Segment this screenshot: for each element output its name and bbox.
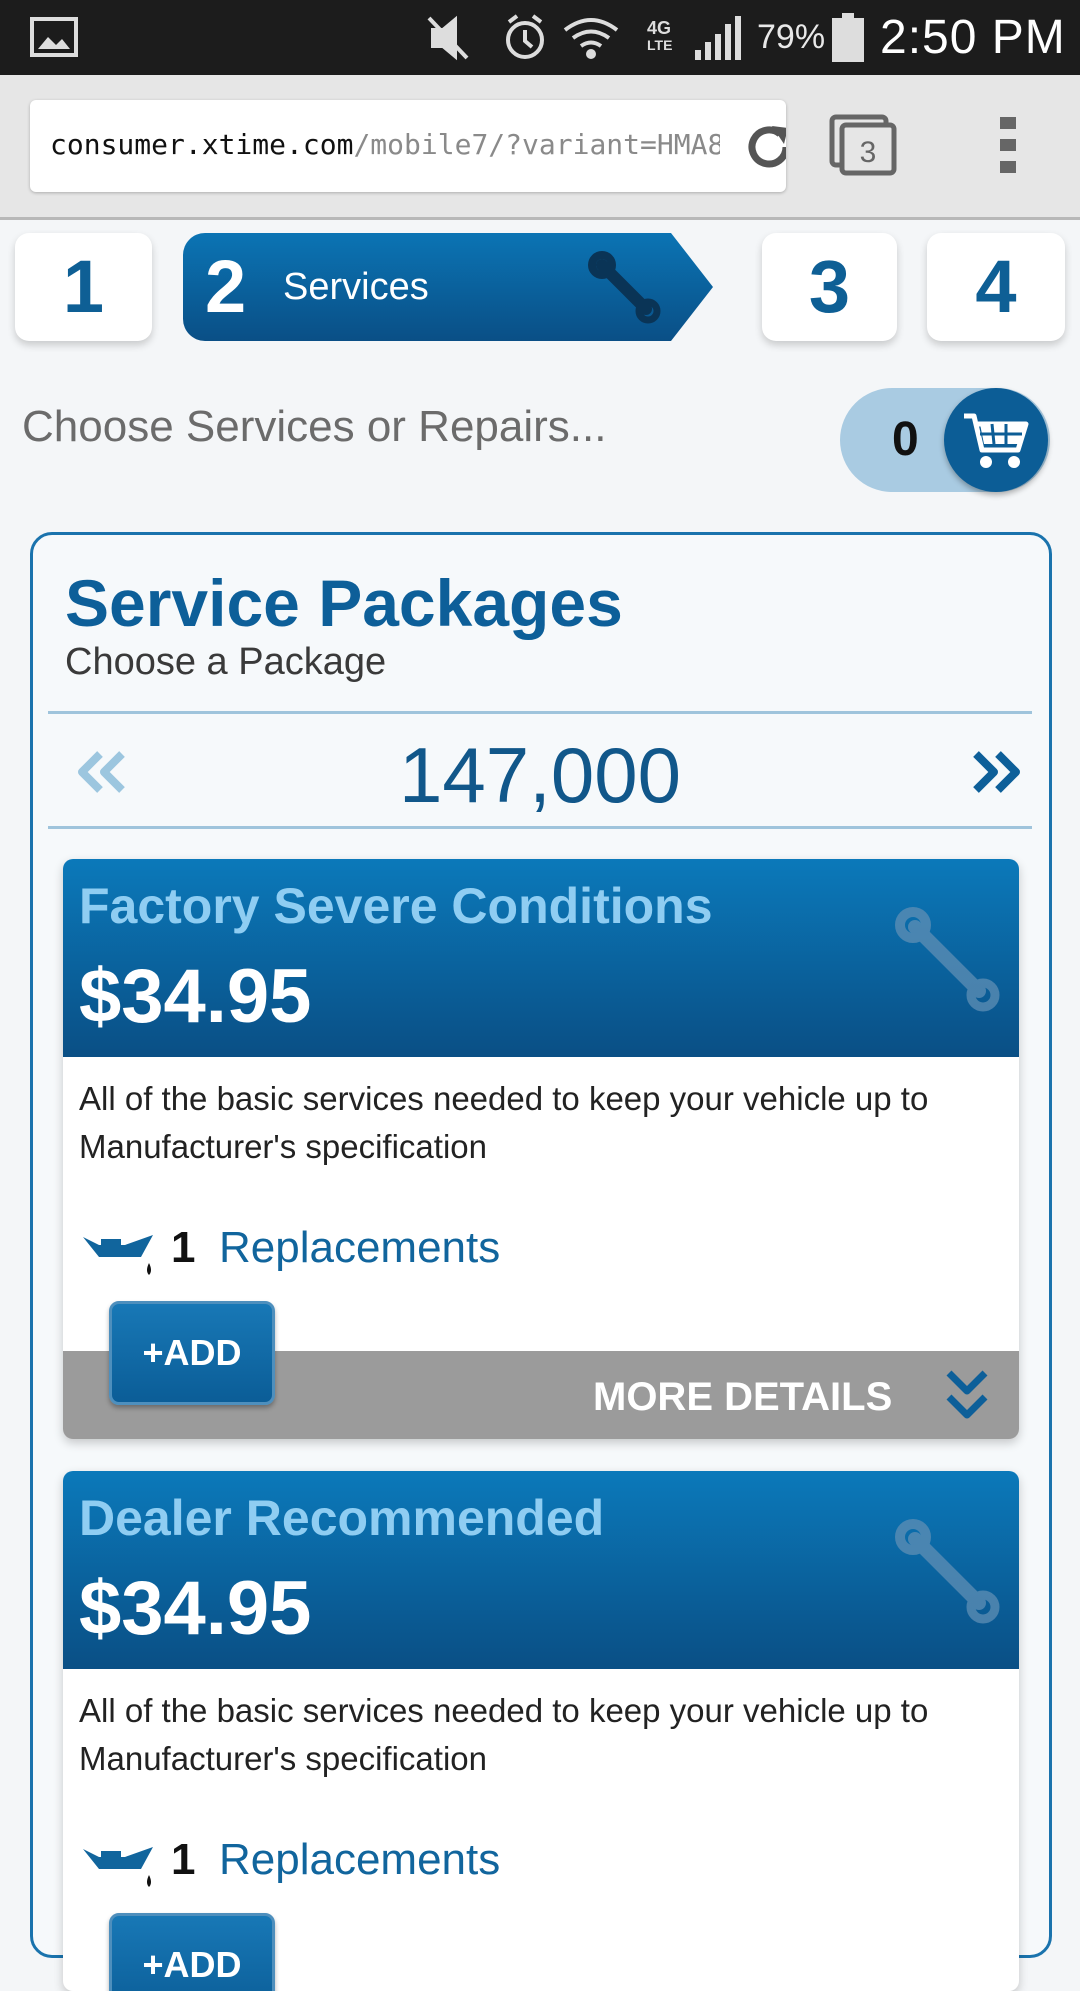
lte-icon: 4G LTE [647, 18, 672, 53]
add-package-button[interactable]: +ADD [109, 1301, 275, 1405]
overflow-menu-icon[interactable] [996, 115, 1020, 177]
package-name: Dealer Recommended [79, 1490, 605, 1546]
wrench-icon [895, 907, 1000, 1012]
status-icons: 4G LTE [427, 14, 741, 61]
svg-text:4G: 4G [647, 18, 671, 38]
browser-toolbar: consumer.xtime.com/mobile7/?variant=HMA8… [0, 75, 1080, 220]
svg-text:LTE: LTE [647, 37, 672, 53]
url-path: /mobile7/?variant=HMA8 [353, 128, 720, 161]
step-1[interactable]: 1 [15, 233, 152, 341]
step-2-number: 2 [205, 245, 247, 328]
package-name: Factory Severe Conditions [79, 878, 713, 934]
mileage-value: 147,000 [399, 731, 681, 819]
step-2-label: Services [283, 266, 429, 308]
step-progress: 1 2 Services 3 4 [0, 233, 1080, 343]
package-card: Factory Severe Conditions $34.95 All of … [63, 859, 1019, 1439]
service-packages-panel: Service Packages Choose a Package 147,00… [30, 532, 1052, 1991]
alarm-icon [506, 14, 544, 59]
url-text: consumer.xtime.com/mobile7/?variant=HMA8 [50, 128, 720, 161]
replacements-count: 1 [171, 1835, 196, 1884]
battery-percent: 79% [757, 18, 826, 56]
oil-can-icon [83, 1847, 153, 1887]
wrench-icon [588, 251, 661, 324]
gallery-icon [30, 17, 78, 57]
tab-count: 3 [860, 136, 877, 169]
package-header[interactable]: Dealer Recommended $34.95 [63, 1471, 1019, 1669]
battery-icon [832, 13, 864, 62]
reload-icon[interactable] [742, 120, 786, 174]
double-chevron-down-icon [946, 1370, 988, 1419]
signal-icon [695, 16, 741, 60]
step-4[interactable]: 4 [927, 233, 1065, 341]
step-2-services[interactable]: 2 Services [183, 233, 713, 341]
more-details-label: MORE DETAILS [593, 1375, 893, 1419]
package-description: All of the basic services needed to keep… [79, 1692, 929, 1777]
replacements-count: 1 [171, 1223, 196, 1272]
oil-can-icon [83, 1235, 153, 1275]
url-host: consumer.xtime.com [50, 128, 354, 161]
mileage-selector: 147,000 [48, 711, 1032, 829]
panel-subtitle: Choose a Package [65, 641, 387, 683]
tabs-button[interactable]: 3 [828, 113, 898, 182]
cart-count: 0 [892, 413, 919, 466]
wifi-icon [563, 18, 619, 59]
cart-icon [964, 413, 1029, 468]
package-description: All of the basic services needed to keep… [79, 1080, 929, 1165]
package-header[interactable]: Factory Severe Conditions $34.95 [63, 859, 1019, 1057]
tabs-icon: 3 [829, 114, 897, 176]
package-price: $34.95 [79, 954, 312, 1039]
wrench-icon [895, 1519, 1000, 1624]
step-3[interactable]: 3 [762, 233, 897, 341]
next-mileage-icon[interactable] [968, 750, 1024, 794]
clock: 2:50 PM [880, 11, 1066, 64]
cart-button[interactable] [944, 388, 1048, 492]
package-card: Dealer Recommended $34.95 All of the bas… [63, 1471, 1019, 1991]
address-bar[interactable]: consumer.xtime.com/mobile7/?variant=HMA8 [30, 100, 786, 192]
package-price: $34.95 [79, 1566, 312, 1651]
replacements-link[interactable]: Replacements [219, 1835, 500, 1885]
panel-title: Service Packages [65, 566, 623, 640]
status-bar: 4G LTE 79% 2:50 PM [0, 0, 1080, 75]
cart-widget[interactable]: 0 [840, 388, 1050, 492]
add-package-button[interactable]: +ADD [109, 1913, 275, 1991]
page-prompt: Choose Services or Repairs... [22, 402, 607, 451]
replacements-link[interactable]: Replacements [219, 1223, 500, 1273]
mute-icon [427, 15, 469, 61]
